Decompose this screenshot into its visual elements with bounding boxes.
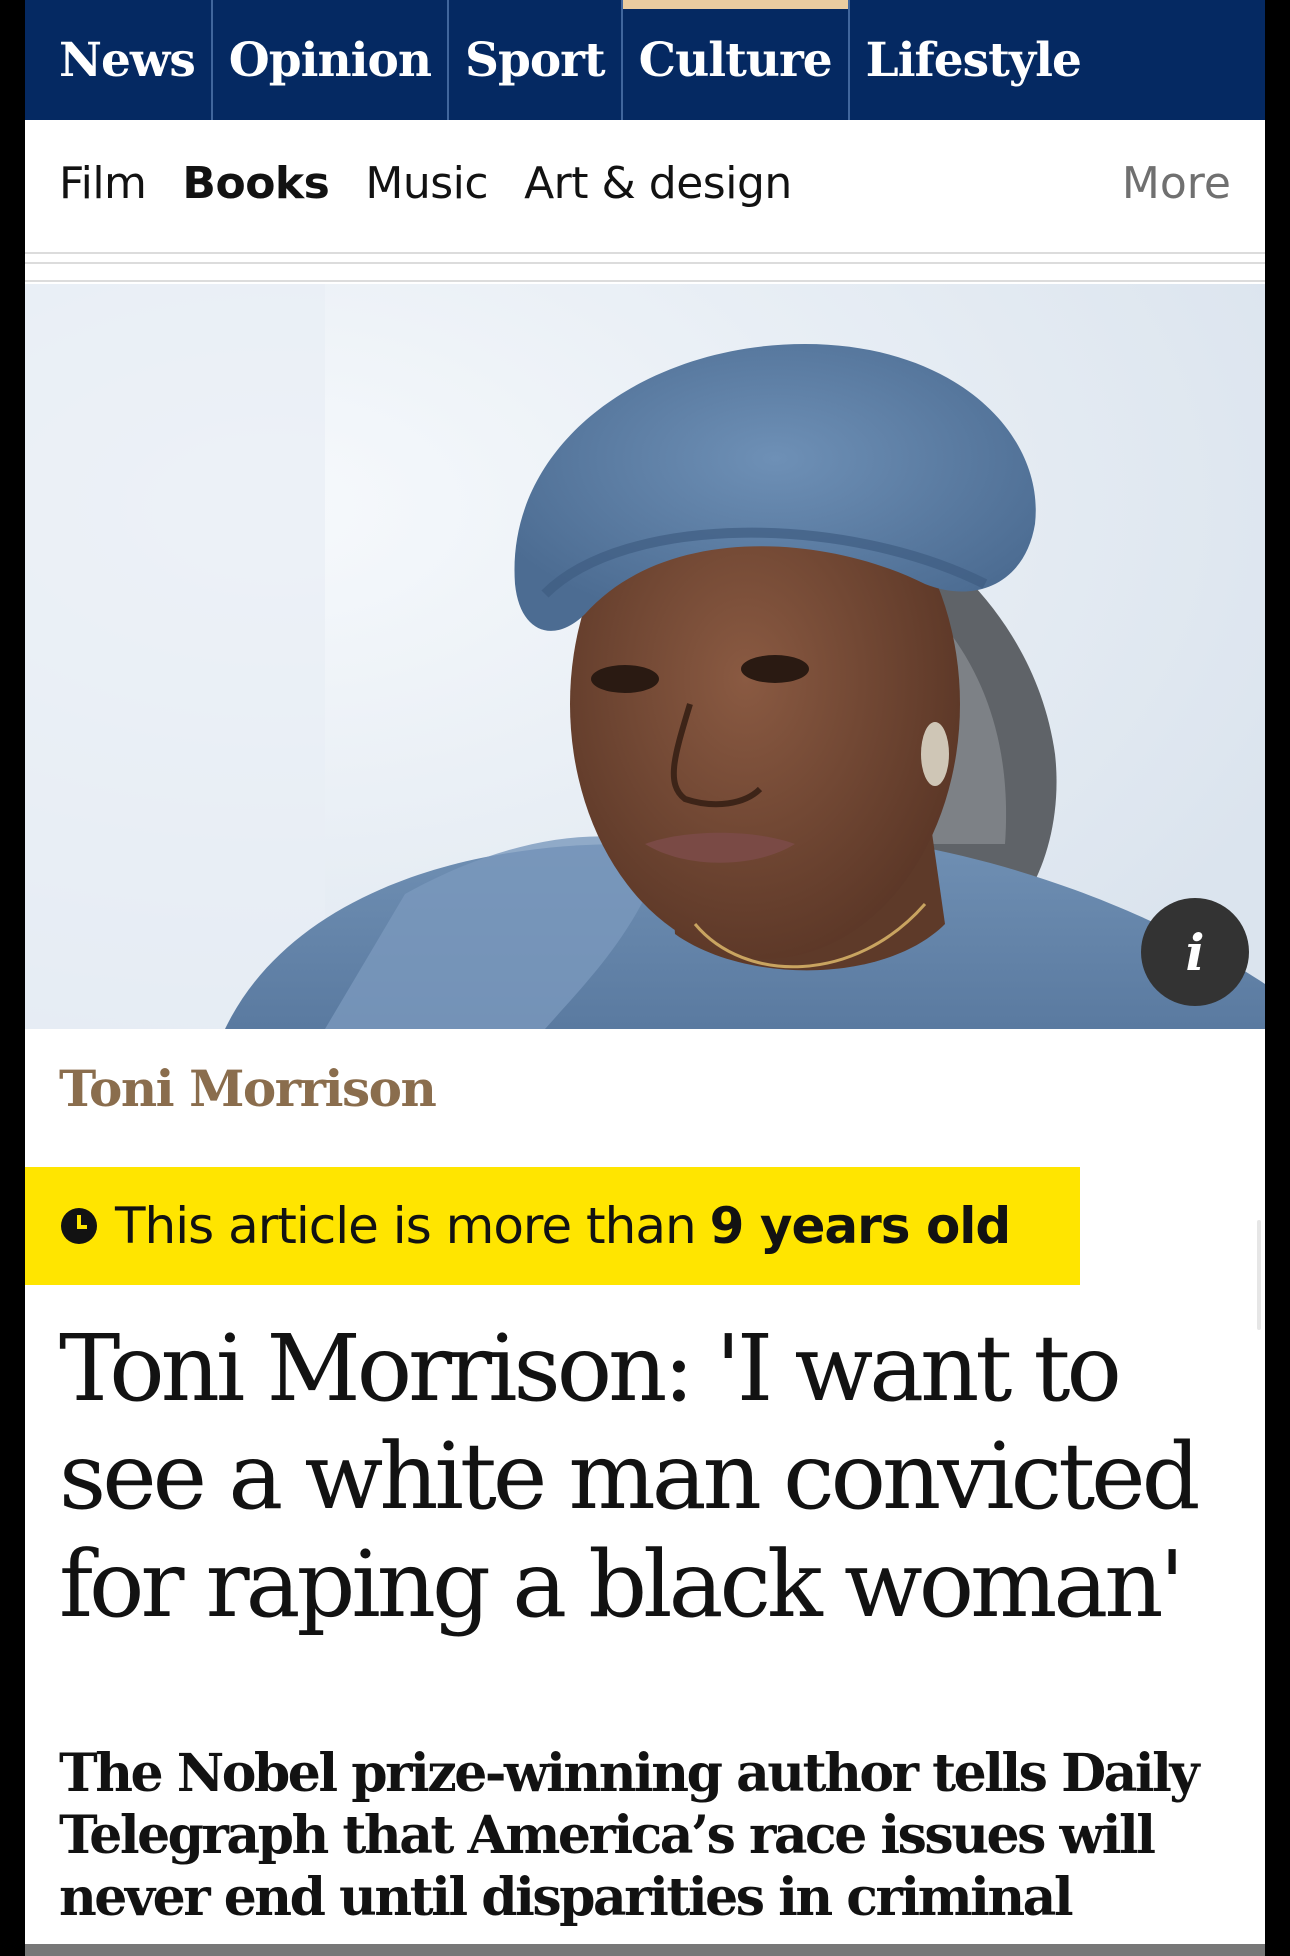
article-kicker[interactable]: Toni Morrison: [25, 1059, 1265, 1129]
article-page: News Opinion Sport Culture Lifestyle Fil…: [25, 0, 1265, 1956]
portrait-illustration: [25, 284, 1265, 1029]
article-headline: Toni Morrison: 'I want to see a white ma…: [59, 1315, 1201, 1638]
hero-image[interactable]: i: [25, 284, 1265, 1029]
subnav-art-design[interactable]: Art & design: [524, 158, 792, 209]
subnav-books[interactable]: Books: [182, 158, 329, 209]
nav-culture[interactable]: Culture: [622, 0, 850, 120]
secondary-nav: Film Books Music Art & design More: [25, 120, 1265, 246]
subnav-music[interactable]: Music: [365, 158, 488, 209]
image-info-button[interactable]: i: [1141, 898, 1249, 1006]
scroll-indicator: [1257, 1220, 1261, 1330]
bottom-bar: [25, 1944, 1265, 1956]
nav-news[interactable]: News: [25, 0, 213, 120]
nav-sport[interactable]: Sport: [449, 0, 623, 120]
clock-icon: [61, 1208, 97, 1244]
nav-divider: [25, 246, 1265, 284]
article-age-banner: This article is more than 9 years old: [25, 1167, 1080, 1285]
age-value: 9 years old: [709, 1197, 1012, 1255]
nav-lifestyle[interactable]: Lifestyle: [850, 0, 1097, 120]
primary-nav: News Opinion Sport Culture Lifestyle: [25, 0, 1265, 120]
article-standfirst: The Nobel prize-winning author tells Dai…: [59, 1743, 1200, 1928]
nav-opinion[interactable]: Opinion: [213, 0, 450, 120]
subnav-film[interactable]: Film: [59, 158, 147, 209]
age-prefix: This article is more than: [115, 1197, 697, 1255]
subnav-more[interactable]: More: [1122, 158, 1231, 209]
